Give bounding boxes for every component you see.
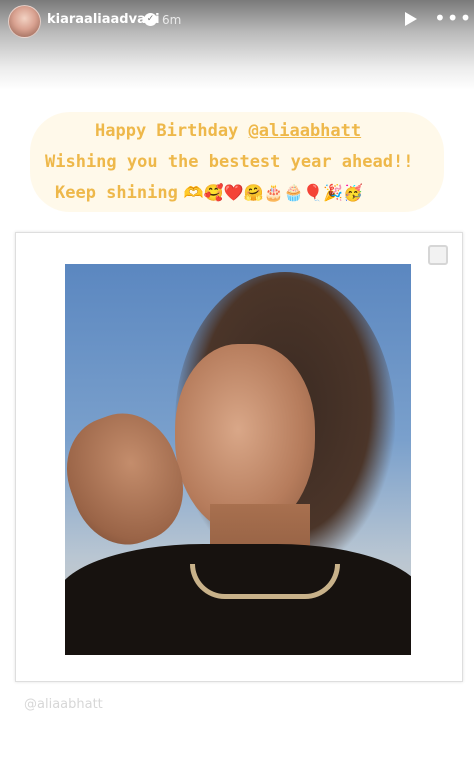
- photo-tag[interactable]: @aliaabhatt: [24, 697, 103, 712]
- photo-jacket: [65, 544, 411, 655]
- mention-link[interactable]: @aliaabhatt: [249, 121, 362, 141]
- verified-badge-icon: ✓: [144, 13, 157, 26]
- photo-necklace: [190, 564, 340, 599]
- play-icon[interactable]: [405, 12, 417, 26]
- greeting-prefix: Happy Birthday: [95, 121, 249, 141]
- greeting-line-1: Happy Birthday @aliaabhatt: [95, 121, 361, 141]
- avatar[interactable]: [8, 5, 41, 38]
- shared-photo[interactable]: [65, 264, 411, 655]
- username[interactable]: kiaraaliaadvani: [47, 12, 160, 27]
- emoji-sticker: 🫶🥰❤️🤗🎂🧁🎈🎉🥳: [183, 183, 364, 202]
- greeting-line-3-text: Keep shining: [55, 183, 178, 203]
- post-time: 6m: [162, 13, 182, 27]
- more-options-icon[interactable]: •••: [434, 6, 472, 30]
- story-header: kiaraaliaadvani ✓ 6m •••: [0, 0, 474, 42]
- greeting-line-2: Wishing you the bestest year ahead!!: [45, 152, 414, 172]
- select-checkbox[interactable]: [428, 245, 448, 265]
- greeting-line-3: Keep shining 🫶🥰❤️🤗🎂🧁🎈🎉🥳: [55, 183, 363, 203]
